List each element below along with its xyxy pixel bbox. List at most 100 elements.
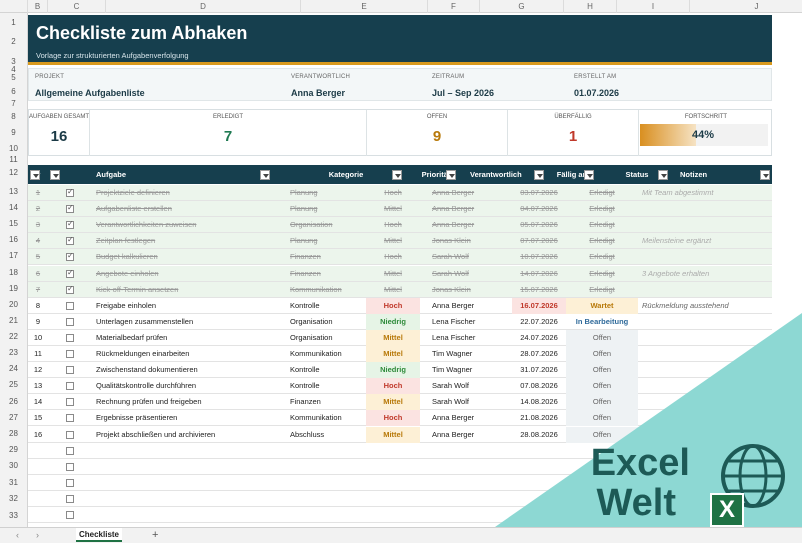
cell-status[interactable]: Erledigt: [566, 282, 638, 298]
row-header[interactable]: 27: [0, 413, 27, 422]
task-checkbox[interactable]: [66, 219, 74, 230]
column-header[interactable]: G: [480, 0, 564, 13]
cell-task[interactable]: Freigabe einholen: [92, 298, 288, 314]
cell-status[interactable]: Erledigt: [566, 233, 638, 249]
cell-notes[interactable]: [638, 201, 772, 217]
task-checkbox[interactable]: [66, 187, 74, 197]
row-header[interactable]: 29: [0, 445, 27, 454]
row-header[interactable]: 28: [0, 429, 27, 438]
row-header[interactable]: 33: [0, 511, 27, 520]
cell-task[interactable]: Unterlagen zusammenstellen: [92, 314, 288, 330]
cell-task[interactable]: Rechnung prüfen und freigeben: [92, 394, 288, 410]
column-header[interactable]: F: [428, 0, 480, 13]
cell-status[interactable]: Erledigt: [566, 185, 638, 201]
filter-dropdown-icon[interactable]: [50, 170, 60, 180]
cell-task[interactable]: Rückmeldungen einarbeiten: [92, 346, 288, 362]
cell-priority[interactable]: Mittel: [366, 426, 420, 443]
column-header[interactable]: E: [301, 0, 428, 13]
row-header[interactable]: 17: [0, 251, 27, 260]
cell-due[interactable]: 14.07.2026: [512, 266, 566, 282]
cell-status[interactable]: Erledigt: [566, 266, 638, 282]
task-checkbox[interactable]: [66, 382, 74, 391]
task-checkbox[interactable]: [66, 511, 74, 519]
filter-dropdown-icon[interactable]: [260, 170, 270, 180]
created-value[interactable]: 01.07.2026: [574, 88, 619, 98]
task-checkbox[interactable]: [66, 446, 74, 455]
row-header[interactable]: 7: [0, 99, 27, 108]
cell-owner[interactable]: Anna Berger: [428, 185, 512, 201]
cell-task[interactable]: Angebote einholen: [92, 266, 288, 282]
add-sheet-button[interactable]: +: [152, 529, 158, 541]
row-header[interactable]: 30: [0, 461, 27, 470]
row-header[interactable]: 12: [0, 168, 27, 177]
cell-priority[interactable]: Mittel: [366, 201, 420, 217]
row-header[interactable]: 8: [0, 112, 27, 121]
period-value[interactable]: Jul – Sep 2026: [432, 88, 494, 98]
row-header[interactable]: 24: [0, 364, 27, 373]
row-header[interactable]: 21: [0, 316, 27, 325]
cell-notes[interactable]: [638, 282, 772, 298]
cell-priority[interactable]: Hoch: [366, 185, 420, 201]
next-sheet-button[interactable]: ›: [36, 530, 39, 540]
cell-due[interactable]: 07.07.2026: [512, 233, 566, 249]
row-header[interactable]: 22: [0, 332, 27, 341]
row-header[interactable]: 20: [0, 300, 27, 309]
row-header[interactable]: 26: [0, 397, 27, 406]
task-checkbox[interactable]: [66, 317, 74, 326]
column-header[interactable]: J: [690, 0, 802, 13]
cell-priority[interactable]: Mittel: [366, 266, 420, 282]
cell-task[interactable]: Verantwortlichkeiten zuweisen: [92, 217, 288, 233]
row-header[interactable]: 25: [0, 380, 27, 389]
column-header[interactable]: D: [106, 0, 301, 13]
cell-status[interactable]: Erledigt: [566, 217, 638, 233]
cell-priority[interactable]: Mittel: [366, 346, 420, 362]
row-header[interactable]: 9: [0, 128, 27, 137]
cell-task[interactable]: Zwischenstand dokumentieren: [92, 362, 288, 378]
cell-priority[interactable]: Mittel: [366, 394, 420, 411]
cell-owner[interactable]: Anna Berger: [428, 217, 512, 233]
task-checkbox[interactable]: [66, 398, 74, 407]
row-header[interactable]: 10: [0, 144, 27, 153]
table-row[interactable]: 6 Angebote einholen Finanzen Mittel Sarah Wo…: [28, 265, 772, 282]
cell-owner[interactable]: Sarah Wolf: [428, 266, 512, 282]
cell-task[interactable]: Aufgabenliste erstellen: [92, 201, 288, 217]
task-checkbox[interactable]: [66, 301, 74, 310]
row-header[interactable]: 5: [0, 73, 27, 82]
cell-priority[interactable]: Niedrig: [366, 362, 420, 379]
task-checkbox[interactable]: [66, 462, 74, 471]
cell-notes[interactable]: Rückmeldung ausstehend: [638, 298, 772, 314]
owner-value[interactable]: Anna Berger: [291, 88, 345, 98]
column-header[interactable]: [0, 0, 28, 13]
filter-dropdown-icon[interactable]: [584, 170, 594, 180]
prev-sheet-button[interactable]: ‹: [16, 530, 19, 540]
sheet-tab-checkliste[interactable]: Checkliste: [76, 528, 122, 542]
task-checkbox[interactable]: [66, 494, 74, 503]
table-row[interactable]: 5 Budget kalkulieren Finanzen Hoch Sarah Wol…: [28, 249, 772, 266]
filter-dropdown-icon[interactable]: [760, 170, 770, 180]
task-checkbox[interactable]: [66, 251, 74, 262]
table-row[interactable]: 8 Freigabe einholen Kontrolle Hoch Anna Berg…: [28, 297, 772, 314]
column-header[interactable]: C: [48, 0, 106, 13]
filter-dropdown-icon[interactable]: [446, 170, 456, 180]
cell-owner[interactable]: Jonas Klein: [428, 282, 512, 298]
cell-priority[interactable]: Hoch: [366, 378, 420, 395]
table-row[interactable]: 1 Projektziele definieren Planung Hoch Anna …: [28, 185, 772, 201]
cell-notes[interactable]: [638, 217, 772, 233]
cell-due[interactable]: 04.07.2026: [512, 201, 566, 217]
cell-task[interactable]: Kick-off-Termin ansetzen: [92, 282, 288, 298]
row-header[interactable]: 18: [0, 268, 27, 277]
filter-dropdown-icon[interactable]: [392, 170, 402, 180]
row-header[interactable]: 15: [0, 219, 27, 228]
row-header[interactable]: 16: [0, 235, 27, 244]
cell-notes[interactable]: [638, 249, 772, 265]
table-row[interactable]: 4 Zeitplan festlegen Planung Mittel Jonas Kl…: [28, 233, 772, 250]
filter-dropdown-icon[interactable]: [658, 170, 668, 180]
row-header[interactable]: 6: [0, 87, 27, 96]
task-checkbox[interactable]: [66, 333, 74, 342]
task-checkbox[interactable]: [66, 414, 74, 423]
row-header[interactable]: 13: [0, 187, 27, 196]
task-checkbox[interactable]: [66, 350, 74, 358]
column-header[interactable]: H: [564, 0, 617, 13]
cell-status[interactable]: Erledigt: [566, 249, 638, 265]
row-header[interactable]: 14: [0, 203, 27, 212]
